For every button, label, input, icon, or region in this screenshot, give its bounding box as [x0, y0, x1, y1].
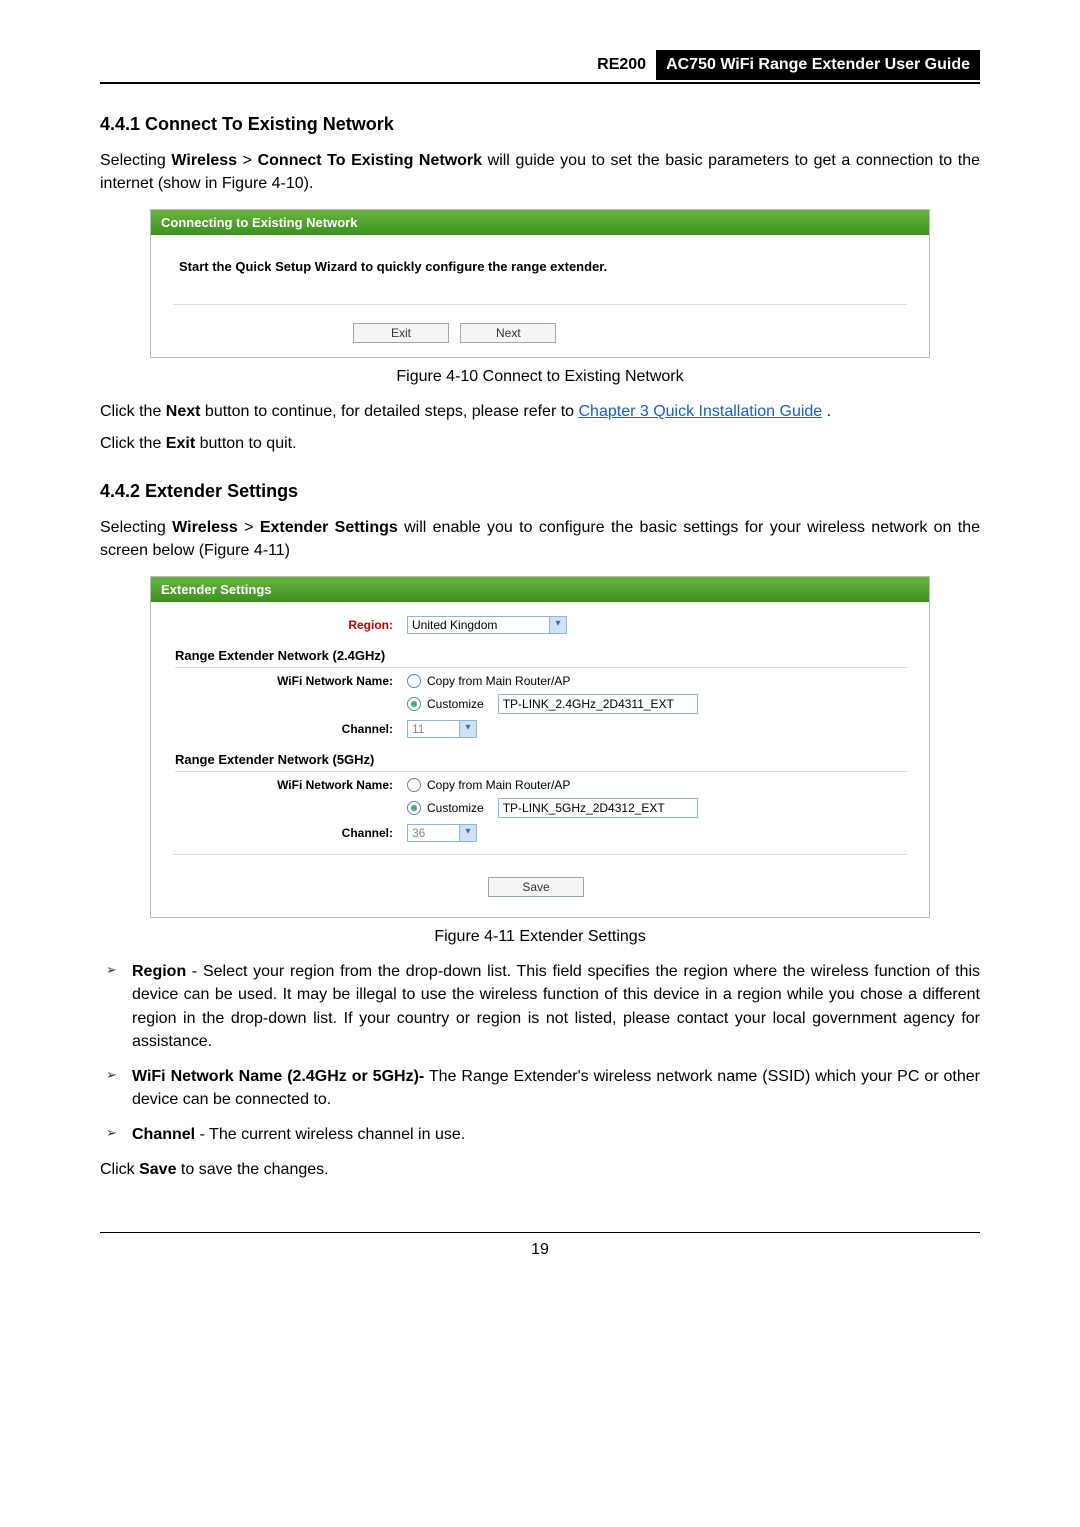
save-button[interactable]: Save: [488, 877, 584, 897]
channel-label-24: Channel:: [173, 722, 407, 736]
band-24-heading: Range Extender Network (2.4GHz): [175, 648, 907, 668]
radio-customize-5[interactable]: [407, 801, 421, 815]
figure-4-11-caption: Figure 4-11 Extender Settings: [100, 928, 980, 946]
page-number: 19: [100, 1232, 980, 1259]
channel-select-24[interactable]: 11 ▾: [407, 720, 477, 738]
figure-4-10-caption: Figure 4-10 Connect to Existing Network: [100, 368, 980, 386]
region-value: United Kingdom: [412, 618, 497, 632]
region-select[interactable]: United Kingdom ▾: [407, 616, 567, 634]
radio-customize-24-label: Customize: [427, 697, 484, 711]
chevron-down-icon: ▾: [549, 617, 566, 633]
model-label: RE200: [593, 50, 656, 80]
paragraph: Click Save to save the changes.: [100, 1158, 980, 1181]
paragraph: Selecting Wireless > Connect To Existing…: [100, 149, 980, 195]
channel-label-5: Channel:: [173, 826, 407, 840]
page-header: RE200AC750 WiFi Range Extender User Guid…: [100, 50, 980, 84]
radio-customize-24[interactable]: [407, 697, 421, 711]
ssid-input-24[interactable]: [498, 694, 698, 714]
list-item: Region - Select your region from the dro…: [104, 960, 980, 1053]
panel-title: Connecting to Existing Network: [151, 210, 929, 235]
chevron-down-icon: ▾: [459, 721, 476, 737]
panel-message: Start the Quick Setup Wizard to quickly …: [173, 249, 907, 292]
radio-copy-24[interactable]: [407, 674, 421, 688]
next-button[interactable]: Next: [460, 323, 556, 343]
paragraph: Selecting Wireless > Extender Settings w…: [100, 516, 980, 562]
figure-4-11-panel: Extender Settings Region: United Kingdom…: [150, 576, 930, 918]
channel-value-24: 11: [412, 722, 424, 736]
notes-list: Region - Select your region from the dro…: [100, 960, 980, 1146]
radio-copy-5-label: Copy from Main Router/AP: [427, 778, 570, 792]
chevron-down-icon: ▾: [459, 825, 476, 841]
guide-title: AC750 WiFi Range Extender User Guide: [656, 50, 980, 80]
list-item: Channel - The current wireless channel i…: [104, 1123, 980, 1146]
radio-customize-5-label: Customize: [427, 801, 484, 815]
chapter3-link[interactable]: Chapter 3 Quick Installation Guide: [579, 403, 823, 420]
channel-select-5[interactable]: 36 ▾: [407, 824, 477, 842]
wifi-name-label-24: WiFi Network Name:: [173, 674, 407, 688]
band-5-heading: Range Extender Network (5GHz): [175, 752, 907, 772]
channel-value-5: 36: [412, 826, 425, 840]
exit-button[interactable]: Exit: [353, 323, 449, 343]
panel-title: Extender Settings: [151, 577, 929, 602]
wifi-name-label-5: WiFi Network Name:: [173, 778, 407, 792]
paragraph: Click the Exit button to quit.: [100, 432, 980, 455]
region-label: Region:: [173, 618, 407, 632]
section-heading-441: 4.4.1 Connect To Existing Network: [100, 114, 980, 135]
radio-copy-24-label: Copy from Main Router/AP: [427, 674, 570, 688]
ssid-input-5[interactable]: [498, 798, 698, 818]
radio-copy-5[interactable]: [407, 778, 421, 792]
figure-4-10-panel: Connecting to Existing Network Start the…: [150, 209, 930, 358]
list-item: WiFi Network Name (2.4GHz or 5GHz)- The …: [104, 1065, 980, 1111]
section-heading-442: 4.4.2 Extender Settings: [100, 481, 980, 502]
paragraph: Click the Next button to continue, for d…: [100, 400, 980, 423]
